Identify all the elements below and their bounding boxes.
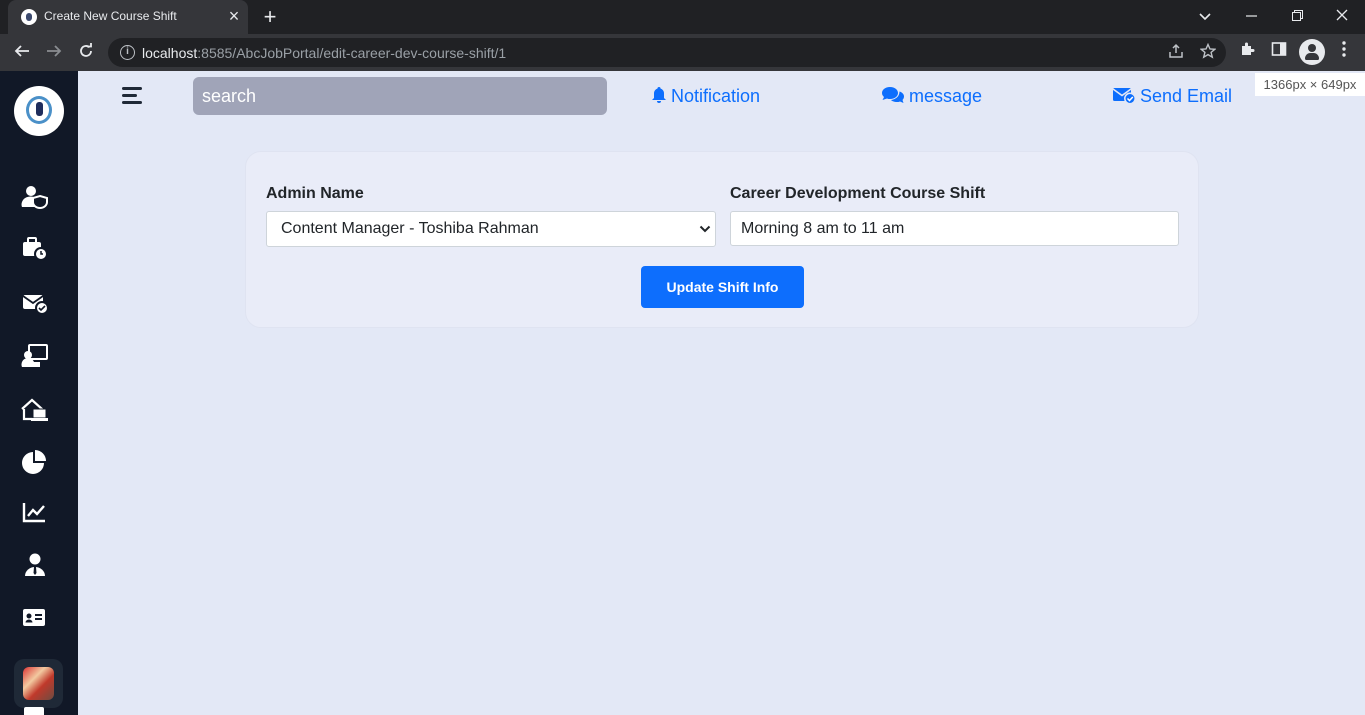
course-shift-label: Career Development Course Shift — [730, 185, 986, 202]
search-input[interactable] — [193, 77, 607, 115]
notification-link[interactable]: Notification — [651, 85, 760, 107]
pie-chart-icon[interactable] — [21, 449, 49, 475]
send-email-label: Send Email — [1140, 86, 1233, 106]
user-tie-icon[interactable] — [21, 552, 49, 578]
chalkboard-teacher-icon[interactable] — [21, 343, 49, 369]
address-bar[interactable]: i localhost:8585/AbcJobPortal/edit-caree… — [108, 38, 1226, 67]
update-shift-button[interactable]: Update Shift Info — [641, 266, 804, 308]
envelope-check-icon[interactable] — [21, 290, 49, 316]
new-tab-icon[interactable]: + — [257, 4, 283, 30]
bookmark-star-icon[interactable] — [1198, 42, 1218, 63]
favicon-icon — [21, 9, 37, 25]
course-shift-input[interactable] — [730, 211, 1179, 246]
id-card-icon[interactable] — [21, 605, 49, 631]
viewport-size-badge: 1366px × 649px — [1255, 73, 1365, 96]
reload-icon[interactable] — [72, 39, 100, 67]
share-icon[interactable] — [1166, 43, 1186, 63]
back-icon[interactable] — [8, 39, 36, 67]
minimize-icon[interactable] — [1237, 3, 1265, 29]
hamburger-menu-icon[interactable] — [122, 87, 142, 104]
menu-dots-icon[interactable] — [1330, 39, 1358, 67]
line-chart-icon[interactable] — [21, 500, 49, 526]
tab-search-icon[interactable] — [1191, 3, 1219, 29]
close-window-icon[interactable] — [1328, 3, 1356, 29]
admin-name-selected-value: Content Manager - Toshiba Rahman — [281, 220, 539, 237]
edit-shift-form: Admin Name Content Manager - Toshiba Rah… — [245, 151, 1199, 328]
send-email-link[interactable]: Send Email — [1112, 85, 1232, 107]
admin-name-select[interactable]: Content Manager - Toshiba Rahman — [266, 211, 716, 247]
logo-mark — [26, 96, 52, 124]
house-laptop-icon[interactable] — [21, 397, 49, 423]
chevron-down-icon — [699, 225, 711, 233]
restore-icon[interactable] — [1283, 3, 1311, 29]
tab-title: Create New Course Shift — [44, 9, 177, 23]
browser-tab-bar: Create New Course Shift × + — [0, 0, 1365, 34]
browser-toolbar: i localhost:8585/AbcJobPortal/edit-caree… — [0, 34, 1365, 71]
briefcase-clock-icon[interactable] — [21, 236, 49, 262]
admin-name-label: Admin Name — [266, 185, 364, 202]
envelope-check-icon — [1112, 88, 1136, 105]
profile-icon[interactable] — [1299, 39, 1325, 65]
site-info-icon[interactable]: i — [120, 45, 135, 60]
close-tab-icon[interactable]: × — [224, 6, 244, 26]
sidebar — [0, 71, 78, 715]
notification-label: Notification — [671, 86, 761, 106]
logo[interactable] — [14, 86, 64, 136]
extensions-icon[interactable] — [1233, 39, 1261, 67]
message-label: message — [909, 86, 983, 106]
avatar[interactable] — [14, 659, 63, 708]
avatar-image — [23, 667, 54, 700]
bell-icon — [652, 87, 666, 103]
url-text: localhost:8585/AbcJobPortal/edit-career-… — [142, 45, 507, 61]
side-panel-icon[interactable] — [1265, 39, 1293, 67]
browser-tab[interactable]: Create New Course Shift × — [8, 0, 248, 34]
settings-icon[interactable] — [24, 707, 44, 715]
message-link[interactable]: message — [881, 85, 982, 107]
user-shield-icon[interactable] — [21, 184, 49, 210]
comments-icon — [882, 87, 904, 103]
forward-icon[interactable] — [40, 39, 68, 67]
